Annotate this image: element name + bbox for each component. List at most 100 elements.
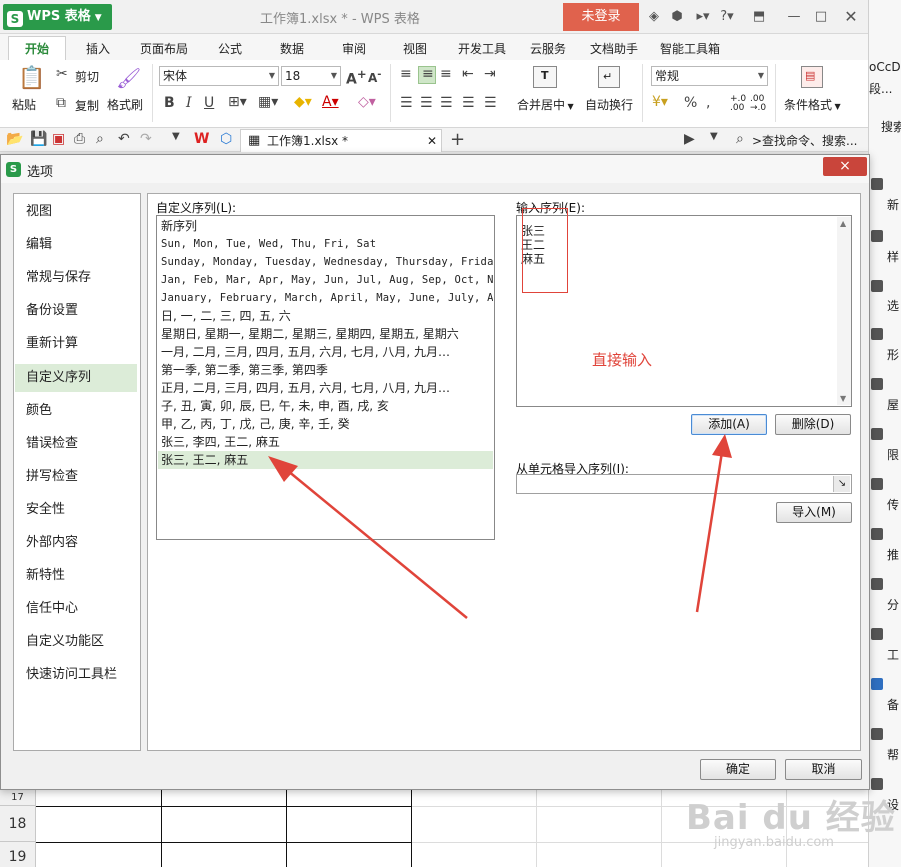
wrap-text-icon[interactable]: ↵ <box>598 66 620 88</box>
add-button[interactable]: 添加(A) <box>691 414 767 435</box>
sequence-item[interactable]: 日, 一, 二, 三, 四, 五, 六 <box>158 307 493 325</box>
sequence-item[interactable]: 子, 丑, 寅, 卯, 辰, 巳, 午, 未, 申, 酉, 戌, 亥 <box>158 397 493 415</box>
panel-icon[interactable] <box>871 428 883 440</box>
align-left-icon[interactable]: ☰ <box>400 95 413 111</box>
panel-icon[interactable] <box>871 178 883 190</box>
custom-sequence-list[interactable]: 新序列 Sun, Mon, Tue, Wed, Thu, Fri, Sat Sund… <box>156 215 495 540</box>
save-icon[interactable]: 💾 <box>30 131 47 147</box>
scissors-icon[interactable]: ✂ <box>56 66 68 82</box>
sequence-item[interactable]: 第一季, 第二季, 第三季, 第四季 <box>158 361 493 379</box>
sequence-item[interactable]: Jan, Feb, Mar, Apr, May, Jun, Jul, Aug, … <box>158 271 493 289</box>
panel-icon[interactable] <box>871 230 883 242</box>
number-format-select[interactable]: 常规 ▼ <box>651 66 768 86</box>
play-icon[interactable]: ▶ <box>684 131 695 147</box>
tab-view[interactable]: 视图 <box>403 40 427 57</box>
print-icon[interactable]: ⎙ <box>74 131 85 147</box>
sequence-item[interactable]: 星期日, 星期一, 星期二, 星期三, 星期四, 星期五, 星期六 <box>158 325 493 343</box>
panel-item[interactable]: 备 <box>887 696 899 713</box>
tab-insert[interactable]: 插入 <box>86 40 110 57</box>
nav-item[interactable]: 颜色 <box>15 397 137 425</box>
align-right-icon[interactable]: ☰ <box>440 95 453 111</box>
panel-icon[interactable] <box>871 528 883 540</box>
print-preview-icon[interactable]: ⌕ <box>96 131 104 147</box>
sequence-item[interactable]: 张三, 王二, 麻五 <box>158 451 493 469</box>
comma-style-icon[interactable]: , <box>706 95 710 111</box>
panel-icon[interactable] <box>871 478 883 490</box>
nav-item[interactable]: 自定义序列 <box>15 363 137 392</box>
currency-icon[interactable]: ¥▾ <box>652 94 668 110</box>
nav-item[interactable]: 重新计算 <box>15 330 137 358</box>
scroll-down-icon[interactable]: ▼ <box>840 394 846 403</box>
font-grow-icon[interactable]: A+ <box>346 67 367 88</box>
nav-item[interactable]: 视图 <box>15 198 137 226</box>
tab-review[interactable]: 审阅 <box>342 40 366 57</box>
format-painter-icon[interactable]: 🖌 <box>116 66 141 90</box>
copy-icon[interactable]: ⧉ <box>56 95 66 111</box>
copy-button[interactable]: 复制 <box>75 97 99 114</box>
minimize-icon[interactable]: — <box>785 8 803 26</box>
login-button[interactable]: 未登录 <box>563 3 639 31</box>
paste-icon[interactable]: 📋 <box>18 66 45 91</box>
justify-icon[interactable]: ☰ <box>462 95 475 111</box>
percent-icon[interactable]: % <box>684 95 697 111</box>
tab-doc-assistant[interactable]: 文档助手 <box>590 40 638 57</box>
panel-icon[interactable] <box>871 578 883 590</box>
close-tab-icon[interactable]: ✕ <box>427 130 437 152</box>
redo-icon[interactable]: ↷ <box>140 131 152 147</box>
customize-quickbar-icon[interactable]: ▼ <box>172 131 180 142</box>
tab-start[interactable]: 开始 <box>8 36 66 62</box>
tab-data[interactable]: 数据 <box>280 40 304 57</box>
conditional-format-icon[interactable]: ▤ <box>801 66 823 88</box>
font-size-select[interactable]: 18 ▼ <box>281 66 341 86</box>
maximize-icon[interactable]: □ <box>812 8 830 26</box>
distributed-icon[interactable]: ☰ <box>484 95 497 111</box>
format-painter-button[interactable]: 格式刷 <box>107 96 143 113</box>
sequence-item[interactable]: 正月, 二月, 三月, 四月, 五月, 六月, 七月, 八月, 九月… <box>158 379 493 397</box>
command-search-input[interactable]: >查找命令、搜索... <box>752 132 858 149</box>
panel-icon[interactable] <box>871 378 883 390</box>
nav-item[interactable]: 信任中心 <box>15 595 137 623</box>
align-middle-icon[interactable]: ≡ <box>418 66 436 84</box>
vertical-scrollbar[interactable]: ▲ ▼ <box>837 217 851 405</box>
delete-button[interactable]: 删除(D) <box>775 414 851 435</box>
merge-center-button[interactable]: 合并居中 ▼ <box>517 96 574 113</box>
panel-item[interactable]: 分 <box>887 596 899 613</box>
row-header[interactable]: 18 <box>0 806 36 842</box>
font-name-select[interactable]: 宋体 ▼ <box>159 66 279 86</box>
sequence-item[interactable]: 甲, 乙, 丙, 丁, 戊, 己, 庚, 辛, 壬, 癸 <box>158 415 493 433</box>
nav-item[interactable]: 新特性 <box>15 562 137 590</box>
tab-cloud[interactable]: 云服务 <box>530 40 566 57</box>
undo-icon[interactable]: ↶ <box>118 131 130 147</box>
nav-item[interactable]: 常规与保存 <box>15 264 137 292</box>
panel-item[interactable]: 限 <box>887 446 899 463</box>
paste-button[interactable]: 粘贴 <box>12 96 36 113</box>
fill-color-icon[interactable]: ◆▾ <box>294 94 312 110</box>
nav-item[interactable]: 拼写检查 <box>15 463 137 491</box>
dialog-close-button[interactable]: × <box>823 157 867 176</box>
sequence-item[interactable]: Sunday, Monday, Tuesday, Wednesday, Thur… <box>158 253 493 271</box>
nav-item[interactable]: 快速访问工具栏 <box>15 661 137 689</box>
help-doc-icon[interactable]: ▸▾ <box>691 8 715 26</box>
italic-icon[interactable]: I <box>186 95 192 111</box>
tab-page-layout[interactable]: 页面布局 <box>140 40 188 57</box>
import-range-input[interactable]: ↘ <box>516 474 852 494</box>
cube-icon[interactable]: ⬡ <box>220 131 232 147</box>
clear-format-icon[interactable]: ◇▾ <box>358 94 376 110</box>
indent-increase-icon[interactable]: ⇥ <box>484 66 496 82</box>
panel-item[interactable]: 屋 <box>887 396 899 413</box>
bold-icon[interactable]: B <box>164 95 175 111</box>
nav-item[interactable]: 错误检查 <box>15 430 137 458</box>
panel-item[interactable]: 新 <box>887 196 899 213</box>
new-tab-icon[interactable]: + <box>450 129 465 150</box>
nav-item[interactable]: 外部内容 <box>15 529 137 557</box>
underline-icon[interactable]: U <box>204 95 214 111</box>
panel-item[interactable]: 工 <box>887 646 899 663</box>
range-picker-icon[interactable]: ↘ <box>833 476 850 492</box>
align-bottom-icon[interactable]: ≡ <box>440 66 452 82</box>
sequence-item[interactable]: 新序列 <box>158 217 493 235</box>
borders-icon[interactable]: ⊞▾ <box>228 94 247 110</box>
nav-item[interactable]: 安全性 <box>15 496 137 524</box>
align-top-icon[interactable]: ≡ <box>400 66 412 82</box>
panel-icon[interactable] <box>871 678 883 690</box>
ok-button[interactable]: 确定 <box>700 759 776 780</box>
